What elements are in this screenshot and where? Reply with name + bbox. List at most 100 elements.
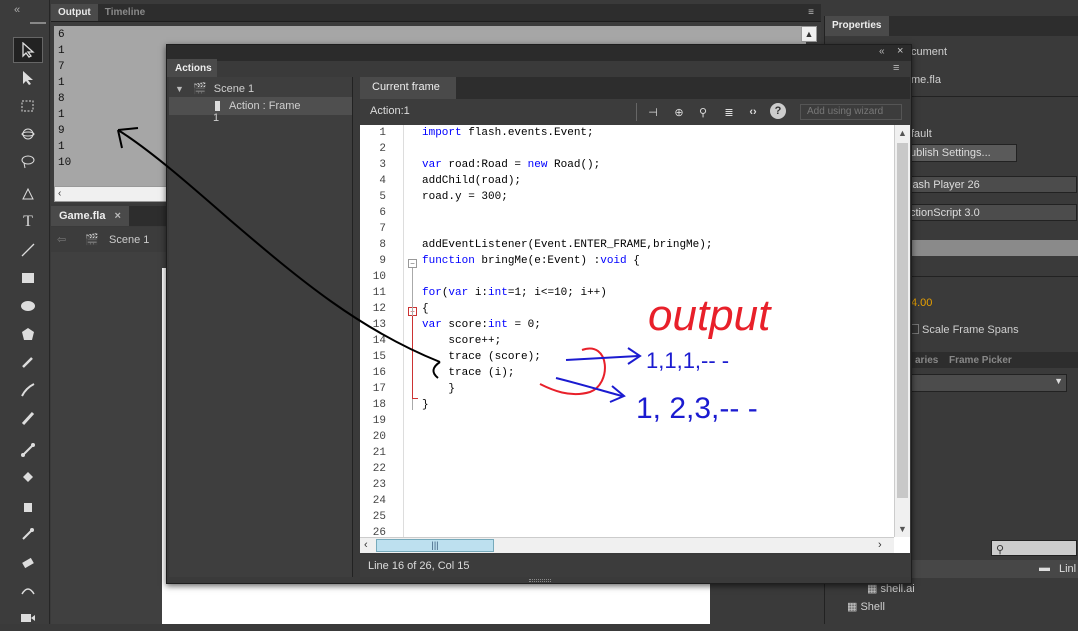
lasso-tool-icon[interactable]: [13, 149, 43, 175]
line-number: 12: [372, 303, 386, 315]
fps-value[interactable]: 4.00: [911, 297, 932, 309]
paint-brush-tool-icon[interactable]: [13, 377, 43, 403]
code-line[interactable]: function bringMe(e:Event) :void {: [422, 255, 640, 267]
actions-toolbar: Action:1 ⊣ ⊕ ⚲ ≣ ‹› ? Add using wizard: [360, 99, 910, 125]
eyedropper-tool-icon[interactable]: [13, 521, 43, 547]
symbol-icon: ▦: [847, 601, 861, 613]
tab-output[interactable]: Output: [51, 4, 98, 21]
free-transform-tool-icon[interactable]: [13, 93, 43, 119]
oval-tool-icon[interactable]: [13, 293, 43, 319]
scroll-thumb[interactable]: [897, 143, 908, 498]
tab-actions[interactable]: Actions: [167, 59, 217, 77]
camera-tool-icon[interactable]: [13, 605, 43, 631]
tree-item-frame[interactable]: Action : Frame 1: [169, 97, 352, 124]
line-number: 18: [372, 399, 386, 411]
code-line[interactable]: var score:int = 0;: [422, 319, 541, 331]
polystar-tool-icon[interactable]: [13, 321, 43, 347]
publish-settings-button[interactable]: ublish Settings...: [905, 144, 1017, 162]
code-line[interactable]: import flash.events.Event;: [422, 127, 594, 139]
tab-current-frame[interactable]: Current frame: [360, 77, 456, 99]
script-select[interactable]: ctionScript 3.0: [905, 204, 1077, 221]
format-code-icon[interactable]: ≣: [720, 103, 738, 121]
collapse-icon[interactable]: «: [14, 4, 20, 16]
bone-tool-icon[interactable]: [13, 437, 43, 463]
stage-color-swatch[interactable]: [909, 240, 1078, 256]
actions-titlebar[interactable]: « ×: [167, 45, 911, 61]
expand-icon[interactable]: ▼: [175, 84, 184, 94]
text-tool-icon[interactable]: T: [13, 209, 43, 235]
line-tool-icon[interactable]: [13, 237, 43, 263]
sort-icon[interactable]: ▬: [1039, 562, 1050, 574]
subselection-tool-icon[interactable]: [13, 65, 43, 91]
tree-item-scene[interactable]: ▼ 🎬 Scene 1: [169, 79, 352, 97]
output-hscrollbar[interactable]: ‹: [54, 186, 167, 202]
code-line[interactable]: trace (score);: [422, 351, 540, 363]
scroll-up-icon[interactable]: ▲: [801, 26, 817, 42]
target-select[interactable]: lash Player 26: [905, 176, 1077, 193]
eraser-tool-icon[interactable]: [13, 549, 43, 575]
code-line[interactable]: addEventListener(Event.ENTER_FRAME,bring…: [422, 239, 712, 251]
tools-panel: « T: [0, 0, 50, 624]
line-number: 17: [372, 383, 386, 395]
find-icon[interactable]: ⚲: [694, 103, 712, 121]
code-line[interactable]: score++;: [422, 335, 501, 347]
document-tab[interactable]: Game.fla ×: [51, 206, 129, 226]
close-icon[interactable]: ×: [115, 210, 121, 222]
close-icon[interactable]: ×: [897, 45, 903, 57]
tab-libraries[interactable]: aries: [915, 355, 938, 366]
linkage-header[interactable]: Linl: [1059, 563, 1076, 575]
code-line[interactable]: }: [422, 383, 455, 395]
ink-bottle-tool-icon[interactable]: [13, 493, 43, 519]
library-item[interactable]: ▦ Shell: [847, 600, 885, 613]
help-icon[interactable]: ?: [770, 103, 786, 119]
code-line[interactable]: addChild(road);: [422, 175, 521, 187]
code-line[interactable]: }: [422, 399, 429, 411]
library-select[interactable]: ▼: [911, 374, 1067, 392]
code-vscrollbar[interactable]: ▲ ▼: [894, 125, 910, 537]
line-number: 24: [372, 495, 386, 507]
target-icon[interactable]: ⊕: [670, 103, 688, 121]
line-number: 15: [372, 351, 386, 363]
tab-properties[interactable]: Properties: [825, 16, 889, 36]
tab-timeline[interactable]: Timeline: [98, 4, 152, 21]
panel-menu-icon[interactable]: ≡: [893, 62, 899, 74]
add-wizard-button[interactable]: Add using wizard: [800, 104, 902, 120]
scroll-down-icon[interactable]: ▼: [895, 521, 910, 537]
width-tool-icon[interactable]: [13, 577, 43, 603]
code-line[interactable]: for(var i:int=1; i<=10; i++): [422, 287, 607, 299]
tab-frame-picker[interactable]: Frame Picker: [949, 355, 1012, 366]
3d-rotation-tool-icon[interactable]: [13, 121, 43, 147]
line-number: 23: [372, 479, 386, 491]
brush-tool-icon[interactable]: [13, 405, 43, 431]
chevron-down-icon: ▼: [1054, 376, 1063, 386]
scroll-right-icon[interactable]: ›: [878, 539, 882, 551]
line-number: 21: [372, 447, 386, 459]
code-snippets-icon[interactable]: ‹›: [744, 103, 762, 121]
paint-bucket-tool-icon[interactable]: [13, 465, 43, 491]
pin-script-icon[interactable]: ⊣: [644, 103, 662, 121]
code-line[interactable]: var road:Road = new Road();: [422, 159, 600, 171]
hscroll-thumb[interactable]: |||: [376, 539, 494, 552]
tools-grip[interactable]: [30, 22, 46, 24]
output-tabbar: Output Timeline ≡: [51, 4, 821, 22]
code-line[interactable]: {: [422, 303, 429, 315]
code-hscrollbar[interactable]: ‹ ||| ›: [360, 537, 894, 553]
back-arrow-icon[interactable]: ⇦: [57, 233, 66, 246]
scroll-left-icon[interactable]: ‹: [364, 539, 368, 551]
scene-label[interactable]: Scene 1: [109, 234, 149, 246]
pen-tool-icon[interactable]: [13, 181, 43, 207]
code-line[interactable]: trace (i);: [422, 367, 514, 379]
line-number: 9: [379, 255, 386, 267]
panel-menu-icon[interactable]: ≡: [801, 4, 821, 21]
resize-grip[interactable]: [529, 579, 551, 582]
pencil-tool-icon[interactable]: [13, 349, 43, 375]
line-number: 3: [379, 159, 386, 171]
selection-tool-icon[interactable]: [13, 37, 43, 63]
library-search[interactable]: ⚲: [991, 540, 1077, 556]
code-line[interactable]: road.y = 300;: [422, 191, 508, 203]
code-editor[interactable]: 1 2 3 4 5 6 7 8 9 10 11 12 13 14 15 16 17 18 19 20 21 22 23 24 2…: [360, 125, 910, 553]
scroll-up-icon[interactable]: ▲: [895, 125, 910, 141]
collapse-icon[interactable]: «: [879, 46, 885, 57]
rectangle-tool-icon[interactable]: [13, 265, 43, 291]
fold-icon[interactable]: −: [408, 259, 417, 268]
